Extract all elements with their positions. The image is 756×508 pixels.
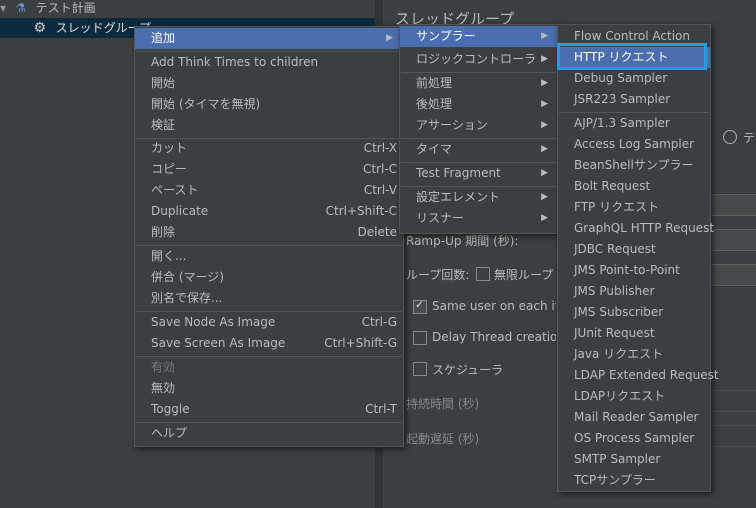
submenu-item-listener[interactable]: リスナー ▶ — [400, 208, 558, 229]
submenu-arrow-icon: ▶ — [541, 120, 548, 130]
menu-item-start-no-timers[interactable]: 開始 (タイマを無視) — [135, 94, 403, 115]
sampler-item[interactable]: JSR223 Sampler — [558, 89, 710, 110]
radio-label: テ — [743, 131, 756, 145]
menu-item-paste[interactable]: ペースト Ctrl-V — [135, 180, 403, 201]
sampler-item[interactable]: Access Log Sampler — [558, 134, 710, 155]
sampler-item[interactable]: Debug Sampler — [558, 68, 710, 89]
sampler-item[interactable]: Bolt Request — [558, 176, 710, 197]
submenu-arrow-icon: ▶ — [541, 213, 548, 223]
sampler-item[interactable]: BeanShellサンプラー — [558, 155, 710, 176]
add-submenu: サンプラー ▶ ロジックコントローラ ▶ 前処理 ▶ 後処理 ▶ アサーション ▶ タイマ… — [399, 24, 559, 234]
scheduler-label: スケジューラ — [432, 363, 504, 377]
ramp-up-label: Ramp-Up 期間 (秒): — [406, 234, 519, 248]
menu-item-save-screen-image[interactable]: Save Screen As Image Ctrl+Shift-G — [135, 333, 403, 354]
submenu-arrow-icon: ▶ — [541, 31, 548, 41]
menu-item-enable: 有効 — [151, 360, 176, 374]
check-icon: ✓ — [415, 298, 425, 311]
menu-item-add-think-times[interactable]: Add Think Times to children — [135, 52, 403, 73]
submenu-arrow-icon: ▶ — [541, 192, 548, 202]
menu-item-open[interactable]: 開く... — [135, 246, 403, 267]
sampler-item[interactable]: GraphQL HTTP Request — [558, 218, 714, 239]
menu-item-start[interactable]: 開始 — [135, 73, 403, 94]
name-field[interactable] — [710, 194, 756, 216]
same-user-checkbox[interactable]: ✓ — [413, 298, 427, 314]
menu-item-copy[interactable]: コピー Ctrl-C — [135, 159, 403, 180]
submenu-arrow-icon: ▶ — [541, 54, 548, 64]
submenu-item-timer[interactable]: タイマ ▶ — [400, 139, 558, 160]
submenu-item-assertion[interactable]: アサーション ▶ — [400, 115, 558, 136]
menu-item-duplicate[interactable]: Duplicate Ctrl+Shift-C — [135, 201, 403, 222]
delay-thread-checkbox[interactable] — [413, 331, 427, 345]
sampler-item[interactable]: OS Process Sampler — [558, 428, 710, 449]
thread-count-field[interactable] — [710, 229, 756, 251]
sampler-item[interactable]: JMS Publisher — [558, 281, 710, 302]
menu-item-cut[interactable]: カット Ctrl-X — [135, 138, 403, 159]
menu-item-add[interactable]: 追加 ▶ — [135, 28, 403, 49]
sampler-item[interactable]: SMTP Sampler — [558, 449, 710, 470]
focus-highlight — [557, 43, 707, 70]
sampler-submenu: Flow Control Action HTTP リクエスト Debug Sam… — [557, 24, 719, 492]
infinite-loop-checkbox[interactable] — [476, 267, 490, 281]
sampler-item[interactable]: Mail Reader Sampler — [558, 407, 710, 428]
sampler-item[interactable]: AJP/1.3 Sampler — [558, 113, 710, 134]
sampler-item[interactable]: JMS Subscriber — [558, 302, 710, 323]
tree-item-test-plan[interactable]: ▾ ⚗ テスト計画 — [0, 0, 96, 18]
submenu-arrow-icon: ▶ — [541, 99, 548, 109]
flask-icon: ⚗ — [15, 1, 27, 15]
startup-delay-field[interactable] — [710, 425, 756, 447]
menu-item-save-as[interactable]: 別名で保存... — [135, 288, 403, 309]
sampler-item[interactable]: Java リクエスト — [558, 344, 710, 365]
menu-item-validate[interactable]: 検証 — [135, 115, 403, 136]
submenu-arrow-icon: ▶ — [386, 33, 393, 43]
sampler-item[interactable]: FTP リクエスト — [558, 197, 710, 218]
submenu-item-preprocessor[interactable]: 前処理 ▶ — [400, 73, 558, 94]
menu-item-help[interactable]: ヘルプ — [135, 423, 403, 444]
submenu-item-config-element[interactable]: 設定エレメント ▶ — [400, 187, 558, 208]
radio-option[interactable] — [723, 130, 737, 144]
submenu-arrow-icon: ▶ — [541, 144, 548, 154]
submenu-item-test-fragment[interactable]: Test Fragment ▶ — [400, 163, 558, 184]
scheduler-checkbox[interactable] — [413, 362, 427, 376]
submenu-item-postprocessor[interactable]: 後処理 ▶ — [400, 94, 558, 115]
duration-field[interactable] — [710, 390, 756, 412]
sampler-item[interactable]: TCPサンプラー — [558, 470, 710, 491]
sampler-item[interactable]: JMS Point-to-Point — [558, 260, 710, 281]
sampler-item[interactable]: LDAPリクエスト — [558, 386, 710, 407]
menu-item-merge[interactable]: 併合 (マージ) — [135, 267, 403, 288]
duration-label: 持続時間 (秒) — [406, 397, 480, 411]
menu-item-disable[interactable]: 無効 — [135, 378, 403, 399]
sampler-item[interactable]: JUnit Request — [558, 323, 710, 344]
submenu-item-logic-controller[interactable]: ロジックコントローラ ▶ — [400, 49, 558, 70]
sampler-item[interactable]: JDBC Request — [558, 239, 710, 260]
submenu-arrow-icon: ▶ — [541, 168, 548, 178]
startup-delay-label: 起動遅延 (秒) — [406, 432, 480, 446]
same-user-label: Same user on each iteration — [432, 299, 556, 313]
gear-icon: ⚙ — [33, 20, 47, 36]
submenu-arrow-icon: ▶ — [541, 78, 548, 88]
loop-count-label: ループ回数: — [406, 268, 470, 282]
sampler-item[interactable]: LDAP Extended Request — [558, 365, 719, 386]
chevron-down-icon[interactable]: ▾ — [0, 0, 10, 18]
infinite-loop-label: 無限ループ — [494, 268, 554, 282]
menu-item-delete[interactable]: 削除 Delete — [135, 222, 403, 243]
context-menu: 追加 ▶ Add Think Times to children 開始 開始 (タ… — [134, 26, 404, 447]
submenu-item-sampler[interactable]: サンプラー ▶ — [400, 26, 558, 47]
loop-count-field[interactable] — [710, 264, 756, 286]
delay-thread-label: Delay Thread creation until needed — [432, 330, 556, 344]
menu-item-save-node-image[interactable]: Save Node As Image Ctrl-G — [135, 312, 403, 333]
menu-item-toggle[interactable]: Toggle Ctrl-T — [135, 399, 403, 420]
